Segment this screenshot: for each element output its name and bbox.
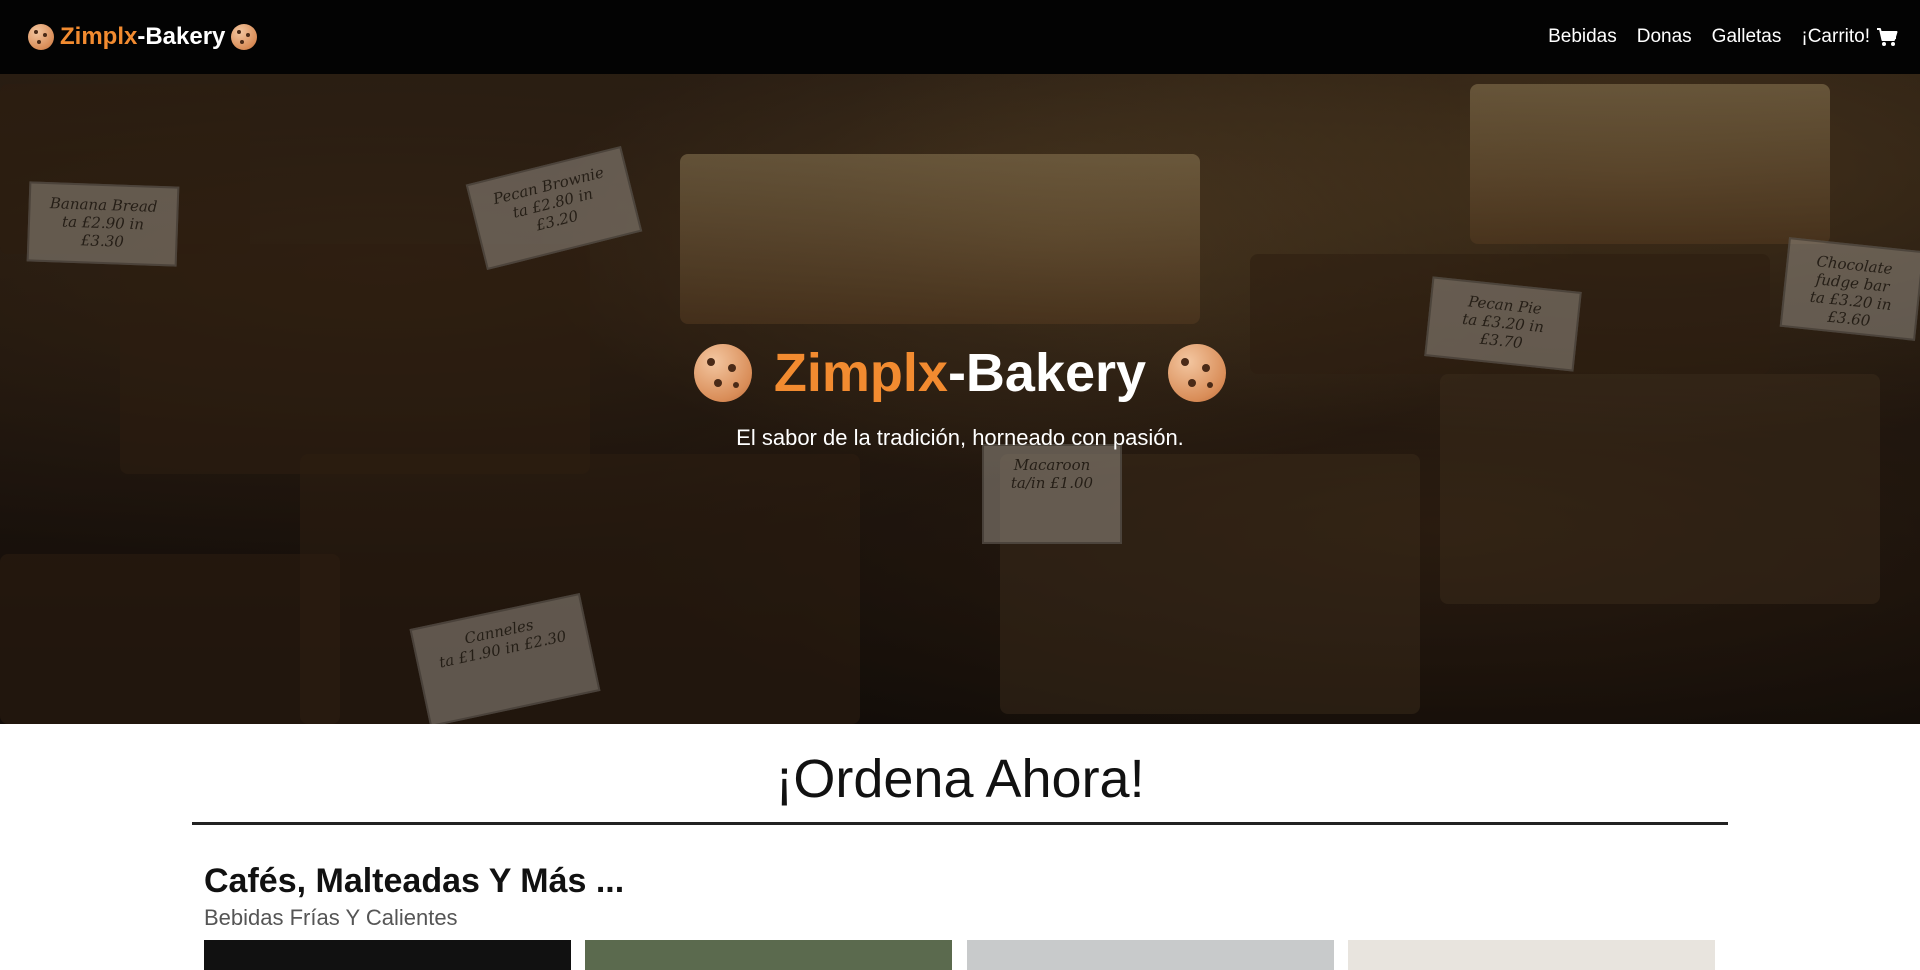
category-title: Cafés, Malteadas Y Más ... <box>204 862 625 900</box>
hero-title: Zimplx-Bakery <box>693 342 1227 404</box>
nav-link-bebidas[interactable]: Bebidas <box>1548 26 1617 48</box>
hero-content: Zimplx-Bakery El sabor de la tradición, … <box>0 342 1920 451</box>
nav-link-cart[interactable]: ¡Carrito! <box>1801 26 1898 48</box>
category-subtitle: Bebidas Frías Y Calientes <box>204 905 458 930</box>
brand-accent: Zimplx <box>60 23 138 50</box>
brand-logo-link[interactable]: Zimplx -Bakery <box>22 23 263 51</box>
product-card-image[interactable] <box>585 940 952 970</box>
cookie-icon <box>231 24 258 50</box>
product-card-image[interactable] <box>204 940 571 970</box>
nav-link-galletas[interactable]: Galletas <box>1712 26 1782 48</box>
product-card-image[interactable] <box>967 940 1334 970</box>
cookie-icon <box>28 24 54 50</box>
nav-link-donas[interactable]: Donas <box>1637 26 1692 48</box>
hero-banner: Banana Bread ta £2.90 in £3.30 Pecan Bro… <box>0 74 1920 724</box>
order-title: ¡Ordena Ahora! <box>775 749 1145 809</box>
product-card-image[interactable] <box>1348 940 1715 970</box>
nav-links: Bebidas Donas Galletas ¡Carrito! <box>1548 26 1898 48</box>
order-section: ¡Ordena Ahora! Cafés, Malteadas Y Más ..… <box>0 724 1920 970</box>
cookie-icon <box>1168 344 1227 402</box>
hero-title-rest: -Bakery <box>947 343 1147 403</box>
drinks-category: Cafés, Malteadas Y Más ... Bebidas Frías… <box>204 862 624 931</box>
brand-rest: -Bakery <box>137 23 226 50</box>
hero-title-accent: Zimplx <box>773 343 948 403</box>
hero-subtitle: El sabor de la tradición, horneado con p… <box>736 425 1184 450</box>
section-divider <box>192 822 1728 825</box>
cookie-icon <box>693 344 752 402</box>
top-navbar: Zimplx -Bakery Bebidas Donas Galletas ¡C… <box>0 0 1920 74</box>
shopping-cart-icon <box>1876 27 1898 47</box>
cart-label: ¡Carrito! <box>1801 26 1870 47</box>
